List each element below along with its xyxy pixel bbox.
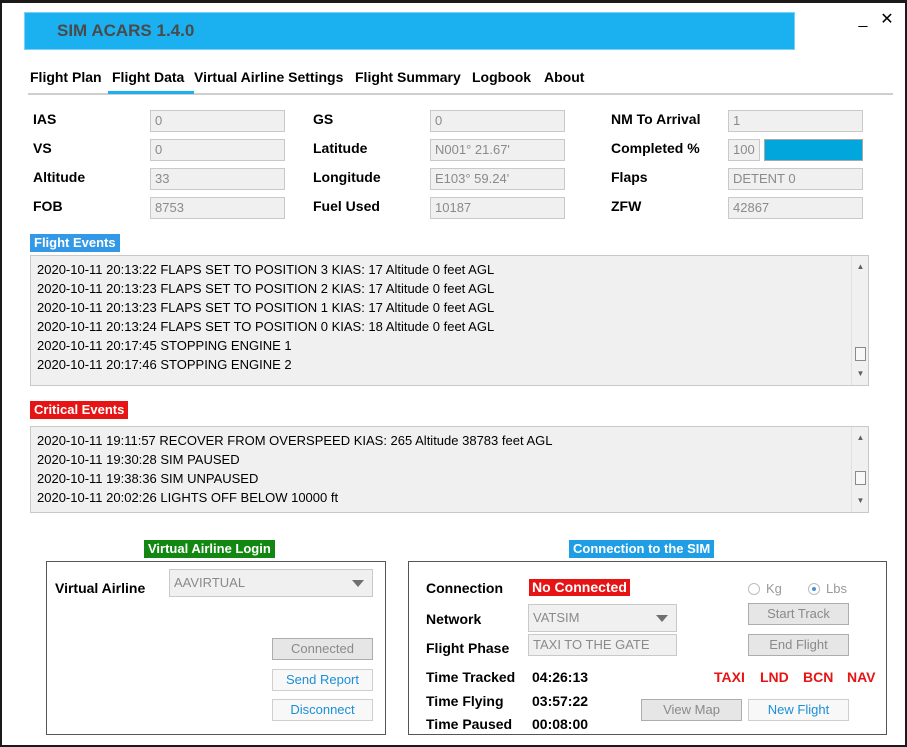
tab-about[interactable]: About: [544, 69, 584, 91]
fob-label: FOB: [33, 198, 63, 214]
gs-label: GS: [313, 111, 334, 127]
scroll-thumb[interactable]: [855, 471, 866, 485]
flight-event-line: 2020-10-11 20:17:45 STOPPING ENGINE 1: [37, 338, 292, 353]
flight-event-line: 2020-10-11 20:13:24 FLAPS SET TO POSITIO…: [37, 319, 495, 334]
fuel-used-label: Fuel Used: [313, 198, 380, 214]
tab-flight-data[interactable]: Flight Data: [108, 69, 195, 94]
critical-event-line: 2020-10-11 19:11:57 RECOVER FROM OVERSPE…: [37, 433, 553, 448]
network-label: Network: [426, 611, 482, 627]
nm-to-arrival-field: 1: [728, 110, 863, 132]
title-bar: SIM ACARS 1.4.0: [24, 12, 795, 50]
nav-light-indicator: NAV: [847, 669, 876, 685]
network-value: VATSIM: [533, 610, 580, 625]
scroll-thumb[interactable]: [855, 347, 866, 361]
fuel-used-field: 10187: [430, 197, 565, 219]
gs-field: 0: [430, 110, 565, 132]
vs-field: 0: [150, 139, 285, 161]
va-login-title: Virtual Airline Login: [144, 540, 275, 558]
kg-label: Kg: [766, 581, 782, 596]
connection-label: Connection: [426, 580, 503, 596]
zfw-label: ZFW: [611, 198, 642, 214]
critical-event-line: 2020-10-11 20:02:26 LIGHTS OFF BELOW 100…: [37, 490, 339, 505]
taxi-light-indicator: TAXI: [714, 669, 745, 685]
time-paused-label: Time Paused: [426, 716, 513, 732]
scroll-down-icon[interactable]: ▼: [852, 367, 868, 381]
flight-event-line: 2020-10-11 20:13:23 FLAPS SET TO POSITIO…: [37, 300, 495, 315]
ias-field: 0: [150, 110, 285, 132]
time-tracked-label: Time Tracked: [426, 669, 516, 685]
connection-status-badge: No Connected: [529, 579, 630, 596]
kg-radio[interactable]: [748, 583, 760, 595]
landing-light-indicator: LND: [760, 669, 789, 685]
flaps-field: DETENT 0: [728, 168, 863, 190]
close-icon[interactable]: ✕: [876, 9, 898, 31]
flaps-label: Flaps: [611, 169, 648, 185]
sim-connection-title: Connection to the SIM: [569, 540, 715, 558]
fob-field: 8753: [150, 197, 285, 219]
flight-events-log[interactable]: 2020-10-11 20:13:22 FLAPS SET TO POSITIO…: [30, 255, 869, 386]
virtual-airline-select[interactable]: AAVIRTUAL: [169, 569, 373, 597]
connected-button[interactable]: Connected: [272, 638, 373, 660]
time-tracked-value: 04:26:13: [532, 669, 589, 685]
chevron-down-icon: [656, 615, 668, 622]
chevron-down-icon: [352, 580, 364, 587]
flight-event-line: 2020-10-11 20:17:46 STOPPING ENGINE 2: [37, 357, 292, 372]
zfw-field: 42867: [728, 197, 863, 219]
flight-events-scrollbar[interactable]: ▲ ▼: [851, 256, 868, 385]
tab-virtual-airline-settings[interactable]: Virtual Airline Settings: [194, 69, 343, 91]
new-flight-button[interactable]: New Flight: [748, 699, 849, 721]
app-title: SIM ACARS 1.4.0: [57, 21, 195, 40]
end-flight-button[interactable]: End Flight: [748, 634, 849, 656]
completed-progress-bar: [764, 139, 863, 161]
latitude-label: Latitude: [313, 140, 368, 156]
main-window: SIM ACARS 1.4.0 _ ✕ Flight Plan Flight D…: [0, 0, 907, 747]
flight-event-line: 2020-10-11 20:13:22 FLAPS SET TO POSITIO…: [37, 262, 495, 277]
nm-to-arrival-label: NM To Arrival: [611, 111, 701, 127]
va-login-group: Virtual Airline AAVIRTUAL Connected Send…: [46, 561, 386, 735]
flight-phase-field: TAXI TO THE GATE: [528, 634, 677, 656]
start-track-button[interactable]: Start Track: [748, 603, 849, 625]
altitude-label: Altitude: [33, 169, 86, 185]
virtual-airline-label: Virtual Airline: [55, 580, 146, 596]
disconnect-button[interactable]: Disconnect: [272, 699, 373, 721]
vs-label: VS: [33, 140, 52, 156]
flight-phase-label: Flight Phase: [426, 640, 510, 656]
critical-events-scrollbar[interactable]: ▲ ▼: [851, 427, 868, 512]
completed-field: 100: [728, 139, 760, 161]
lbs-label: Lbs: [826, 581, 847, 596]
scroll-up-icon[interactable]: ▲: [852, 260, 868, 274]
scroll-up-icon[interactable]: ▲: [852, 431, 868, 445]
completed-progress-fill: [765, 140, 862, 160]
critical-event-line: 2020-10-11 19:30:28 SIM PAUSED: [37, 452, 240, 467]
sim-connection-group: Connection No Connected Kg Lbs Network V…: [408, 561, 887, 735]
longitude-label: Longitude: [313, 169, 381, 185]
flight-event-line: 2020-10-11 20:13:23 FLAPS SET TO POSITIO…: [37, 281, 495, 296]
critical-events-log[interactable]: 2020-10-11 19:11:57 RECOVER FROM OVERSPE…: [30, 426, 869, 513]
flight-events-title: Flight Events: [30, 234, 120, 252]
latitude-field: N001° 21.67': [430, 139, 565, 161]
critical-event-line: 2020-10-11 19:38:36 SIM UNPAUSED: [37, 471, 259, 486]
time-flying-value: 03:57:22: [532, 693, 589, 709]
critical-events-title: Critical Events: [30, 401, 129, 419]
ias-label: IAS: [33, 111, 57, 127]
lbs-radio[interactable]: [808, 583, 820, 595]
network-select[interactable]: VATSIM: [528, 604, 677, 632]
time-flying-label: Time Flying: [426, 693, 504, 709]
completed-label: Completed %: [611, 140, 700, 156]
send-report-button[interactable]: Send Report: [272, 669, 373, 691]
tab-bar: Flight Plan Flight Data Virtual Airline …: [28, 69, 893, 95]
scroll-down-icon[interactable]: ▼: [852, 494, 868, 508]
beacon-light-indicator: BCN: [803, 669, 834, 685]
longitude-field: E103° 59.24': [430, 168, 565, 190]
tab-logbook[interactable]: Logbook: [472, 69, 531, 91]
tab-flight-plan[interactable]: Flight Plan: [30, 69, 102, 91]
time-paused-value: 00:08:00: [532, 716, 589, 732]
view-map-button[interactable]: View Map: [641, 699, 742, 721]
altitude-field: 33: [150, 168, 285, 190]
virtual-airline-value: AAVIRTUAL: [174, 575, 246, 590]
tab-flight-summary[interactable]: Flight Summary: [355, 69, 461, 91]
minimize-icon[interactable]: _: [852, 9, 874, 31]
